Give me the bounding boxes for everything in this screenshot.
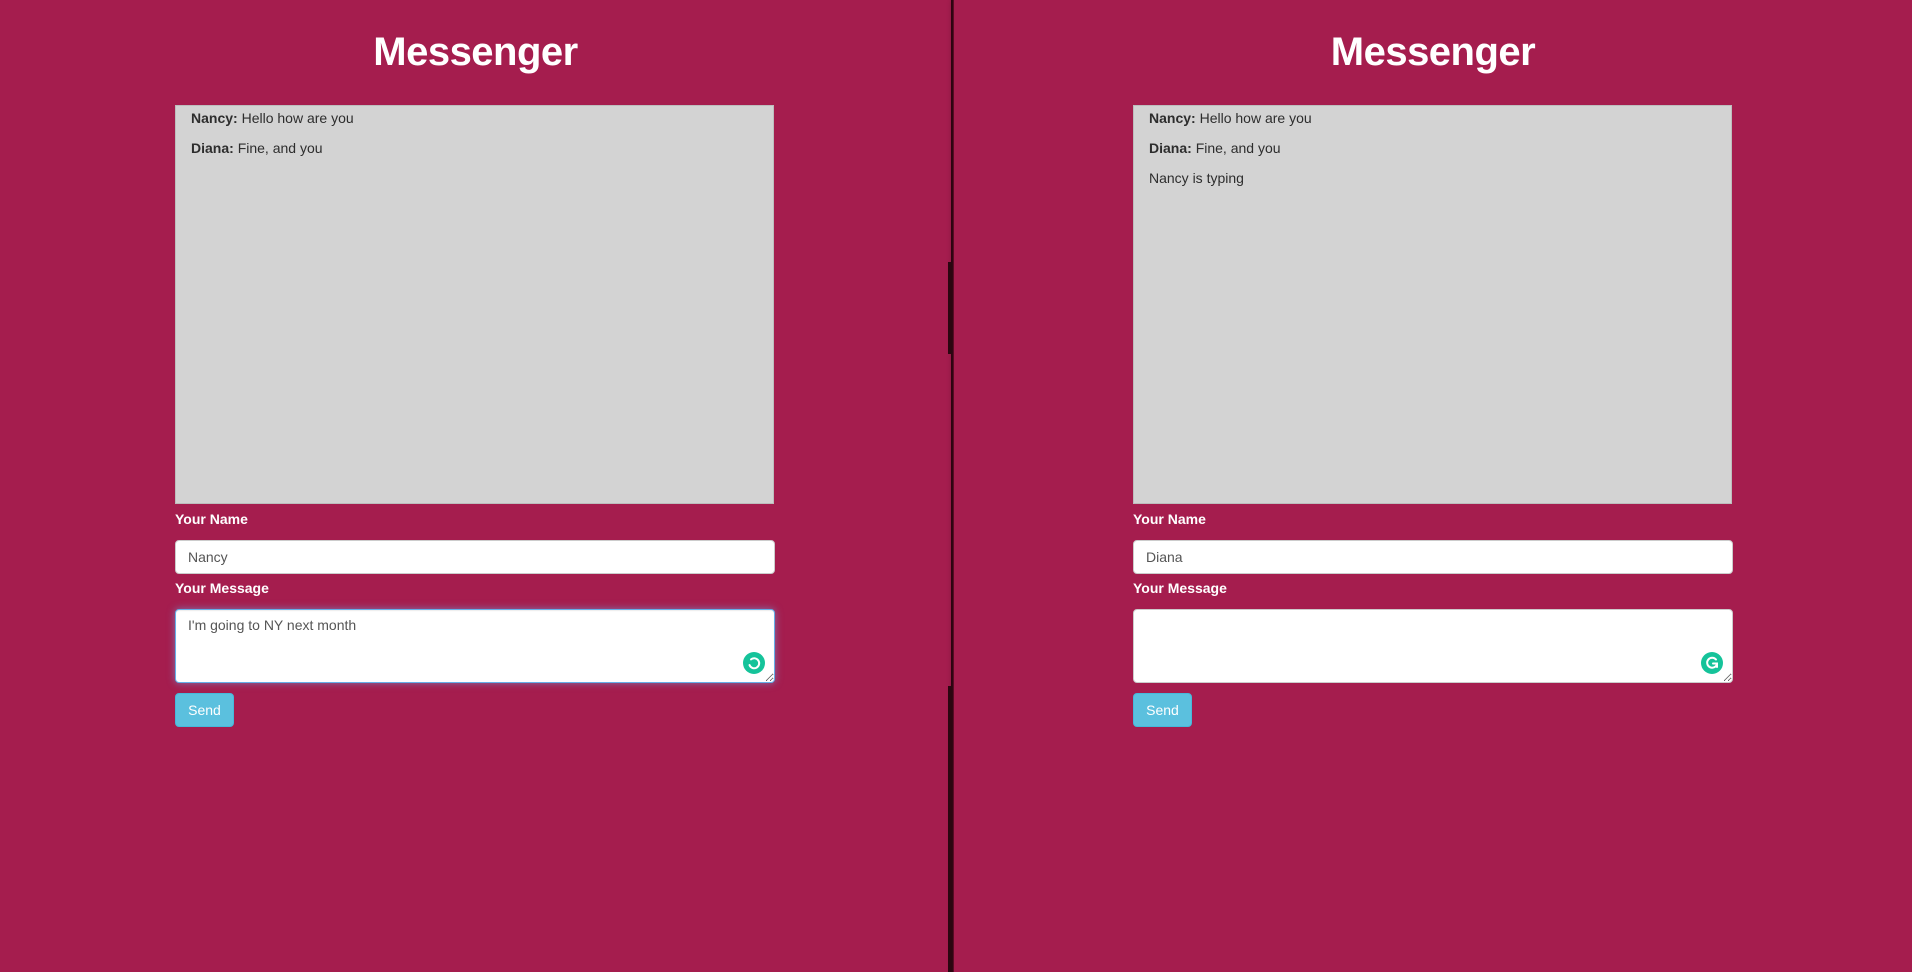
message-author: Diana:	[1149, 140, 1192, 156]
messenger-window-left: Messenger Nancy: Hello how are you Diana…	[0, 0, 951, 972]
page-title: Messenger	[1330, 30, 1536, 74]
chat-message: Diana: Fine, and you	[1149, 138, 1716, 158]
background-window-sliver	[948, 686, 952, 972]
background-window-sliver	[948, 262, 952, 354]
message-text: Hello how are you	[241, 110, 354, 126]
chat-log[interactable]: Nancy: Hello how are you Diana: Fine, an…	[175, 105, 774, 504]
message-label: Your Message	[175, 580, 269, 596]
name-input[interactable]	[175, 540, 775, 574]
send-button[interactable]: Send	[175, 693, 234, 727]
message-author: Nancy:	[1149, 110, 1196, 126]
message-textarea[interactable]: I'm going to NY next month	[175, 609, 775, 683]
name-label: Your Name	[1133, 511, 1206, 527]
name-label: Your Name	[175, 511, 248, 527]
grammarly-loading-icon[interactable]	[743, 652, 765, 674]
message-author: Nancy:	[191, 110, 238, 126]
send-button[interactable]: Send	[1133, 693, 1192, 727]
split-screen: Messenger Nancy: Hello how are you Diana…	[0, 0, 1912, 972]
message-text: Hello how are you	[1199, 110, 1312, 126]
chat-message: Nancy: Hello how are you	[1149, 108, 1716, 128]
message-label: Your Message	[1133, 580, 1227, 596]
message-author: Diana:	[191, 140, 234, 156]
page-title: Messenger	[373, 30, 578, 74]
message-text: Fine, and you	[1195, 140, 1281, 156]
chat-message: Nancy: Hello how are you	[191, 108, 758, 128]
chat-log[interactable]: Nancy: Hello how are you Diana: Fine, an…	[1133, 105, 1732, 504]
message-textarea[interactable]	[1133, 609, 1733, 683]
message-text: Fine, and you	[237, 140, 323, 156]
name-input[interactable]	[1133, 540, 1733, 574]
chat-message: Diana: Fine, and you	[191, 138, 758, 158]
messenger-window-right: Messenger Nancy: Hello how are you Diana…	[954, 0, 1912, 972]
grammarly-g-icon[interactable]	[1701, 652, 1723, 674]
typing-indicator: Nancy is typing	[1149, 170, 1244, 186]
